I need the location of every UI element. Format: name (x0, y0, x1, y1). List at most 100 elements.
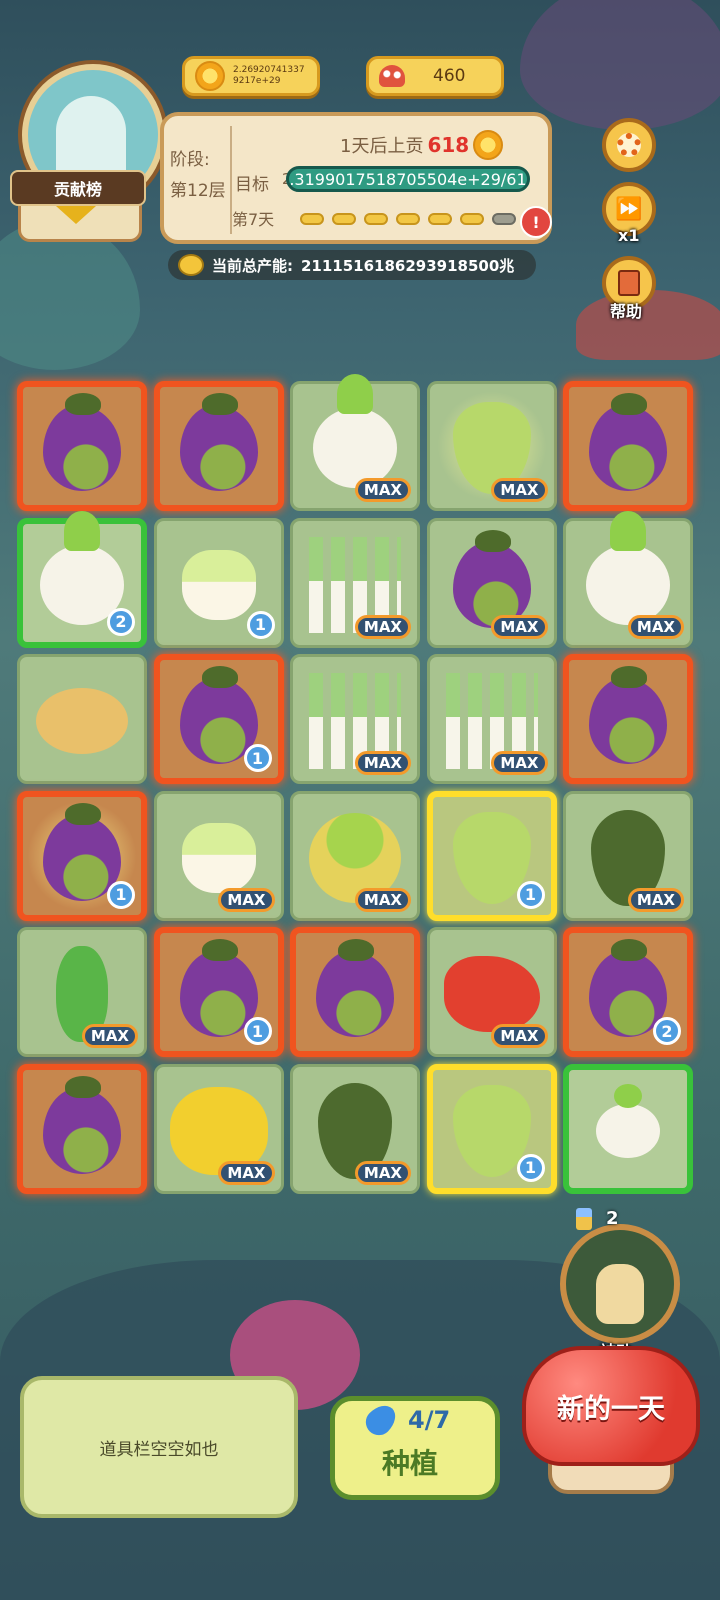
grid-cell[interactable] (17, 1063, 147, 1194)
mushroom-currency-pill: 460 (366, 56, 504, 96)
sun-currency-value: 2.269207413379217e+29 (233, 65, 305, 86)
max-level-badge: MAX (491, 751, 548, 775)
day-progress-segment (460, 213, 484, 225)
eggplant-icon (43, 1075, 121, 1174)
sun-icon (473, 130, 504, 160)
grid-cell[interactable]: MAX (17, 927, 147, 1057)
pepper-icon (443, 956, 540, 1033)
grid-cell[interactable] (290, 927, 420, 1057)
leaderboard-button[interactable]: 贡献榜 (10, 170, 146, 206)
sun-icon (195, 61, 225, 91)
target-label: 目标 (235, 175, 269, 195)
grid-cell[interactable] (563, 654, 693, 784)
eggplant-icon (589, 666, 667, 765)
sun-currency-pill: 2.269207413379217e+29 (182, 56, 320, 96)
cabbage-icon (181, 822, 256, 893)
level-badge: 2 (653, 1017, 681, 1045)
max-level-badge: MAX (81, 1024, 138, 1048)
level-badge: 1 (243, 1017, 272, 1045)
max-level-badge: MAX (354, 1160, 411, 1185)
grid-cell[interactable]: 1 (153, 517, 284, 648)
grid-cell[interactable]: MAX (153, 1063, 284, 1194)
grid-cell[interactable] (17, 654, 147, 784)
gear-icon (617, 133, 641, 157)
grid-cell[interactable] (153, 381, 284, 511)
floor-label: 第12层 (170, 181, 226, 201)
grid-cell[interactable]: 1 (426, 790, 557, 921)
max-level-badge: MAX (354, 614, 411, 639)
mushroom-currency-value: 460 (433, 66, 466, 86)
cabbage-icon (181, 549, 256, 620)
max-level-badge: MAX (354, 478, 411, 502)
grid-cell[interactable]: MAX (290, 374, 420, 511)
target-progress-value: 2.3199017518705504e+29/618 (286, 169, 530, 189)
background-leaf (0, 220, 140, 370)
max-level-badge: MAX (627, 887, 684, 912)
level-badge: 2 (107, 607, 135, 636)
total-production-label: 当前总产能: (212, 256, 293, 275)
grid-cell[interactable]: MAX (426, 381, 557, 511)
day-progress-segment (428, 213, 452, 225)
max-level-badge: MAX (491, 614, 548, 639)
alert-icon[interactable]: ! (520, 206, 552, 238)
help-label: 帮助 (610, 302, 643, 321)
tribute-row: 1天后上贡 618 (340, 130, 504, 160)
hourglass-icon (576, 1208, 592, 1230)
tribute-value: 618 (427, 133, 470, 157)
grid-cell[interactable]: MAX (153, 790, 284, 921)
grid-cell[interactable]: 1 (17, 790, 147, 921)
grid-cell[interactable]: MAX (426, 517, 557, 648)
new-day-label: 新的一天 (557, 1393, 665, 1425)
eggplant-icon (179, 393, 258, 492)
item-bar-empty-text: 道具栏空空如也 (99, 1439, 219, 1460)
radish-icon (586, 510, 670, 625)
level-badge: 1 (246, 610, 275, 639)
item-bar[interactable]: 道具栏空空如也 (20, 1376, 298, 1518)
grid-cell[interactable]: MAX (563, 790, 693, 921)
total-production-bar: 当前总产能: 211151618629391850​0兆 (168, 250, 536, 280)
grid-cell[interactable] (17, 381, 147, 511)
level-badge: 1 (243, 744, 272, 772)
level-badge: 1 (516, 1153, 545, 1182)
max-level-badge: MAX (218, 887, 275, 912)
grid-cell[interactable]: 1 (426, 1063, 557, 1194)
grid-cell[interactable]: MAX (563, 510, 693, 648)
total-production-value: 211151618629391850​0兆 (301, 256, 515, 275)
mushroom-icon (379, 65, 405, 87)
max-level-badge: MAX (354, 751, 411, 775)
potato-icon (36, 688, 128, 755)
passive-skill-button[interactable] (560, 1224, 680, 1344)
day-progress-segment (396, 213, 420, 225)
grid-cell[interactable]: MAX (426, 927, 557, 1057)
new-day-button[interactable]: 新的一天 (522, 1346, 700, 1466)
grid-cell[interactable]: 2 (17, 510, 147, 648)
chevron-down-icon[interactable] (56, 206, 96, 224)
grid-cell[interactable]: MAX (290, 654, 420, 784)
passive-count: 2 (606, 1208, 619, 1229)
grid-cell[interactable]: 1 (153, 927, 284, 1057)
book-icon (618, 270, 640, 296)
max-level-badge: MAX (627, 614, 684, 639)
max-level-badge: MAX (218, 1160, 275, 1185)
grid-cell[interactable] (563, 381, 693, 511)
day-progress-segment (364, 213, 388, 225)
grid-cell[interactable]: MAX (290, 1063, 420, 1194)
grid-cell[interactable]: 2 (563, 927, 693, 1057)
day-progress-segment (492, 213, 516, 225)
grid-cell[interactable]: MAX (290, 790, 420, 921)
max-level-badge: MAX (354, 887, 411, 912)
eggplant-icon (589, 393, 667, 492)
day-progress-segment (300, 213, 324, 225)
day-label: 第7天 (232, 210, 275, 229)
fast-forward-icon: ⏩ (615, 196, 643, 222)
tribute-text: 1天后上贡 (340, 136, 424, 157)
grid-cell[interactable]: 1 (153, 654, 284, 784)
radish-icon (313, 374, 397, 489)
grid-cell[interactable] (563, 1063, 693, 1194)
water-count: 4/7 (408, 1406, 451, 1434)
speed-label: x1 (618, 226, 640, 245)
grid-cell[interactable]: MAX (290, 517, 420, 648)
level-badge: 1 (516, 880, 545, 909)
settings-button[interactable] (602, 118, 656, 172)
grid-cell[interactable]: MAX (426, 654, 557, 784)
